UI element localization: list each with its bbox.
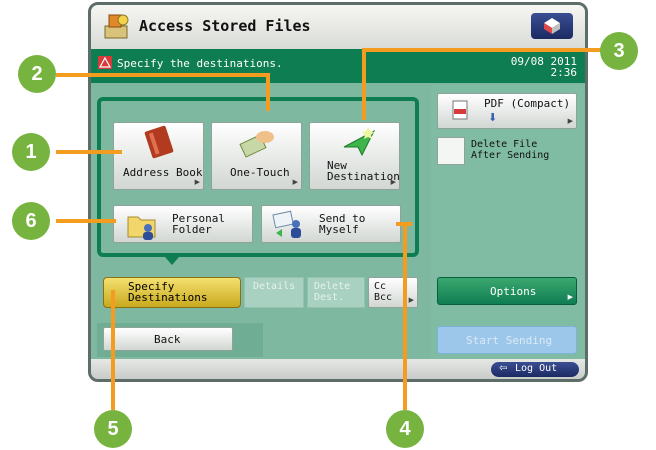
cc-bcc-label: Cc Bcc [374,281,393,303]
chevron-right-icon: ▶ [567,117,573,125]
log-out-label: Log Out [515,363,558,374]
callout-1: 1 [12,133,50,171]
chevron-right-icon: ▶ [292,178,298,186]
delete-dest-button[interactable]: Delete Dest. [307,277,365,308]
delete-dest-label: Delete Dest. [314,281,351,303]
address-book-button[interactable]: Address Book ▶ [113,122,204,190]
chevron-right-icon: ▶ [194,178,200,186]
one-touch-label: One-Touch [230,166,290,179]
chevron-right-icon: ▶ [408,296,414,304]
callout-3-line-vertical [362,48,366,120]
callout-2-line-vertical [266,73,270,111]
callout-6-line [56,219,116,223]
download-icon: ⬇ [488,111,498,124]
new-destination-button[interactable]: New Destination ▶ [309,122,400,190]
status-message: Specify the destinations. [117,57,283,70]
new-destination-label: New Destination [327,159,400,183]
panel-pointer [165,257,179,265]
start-sending-button[interactable]: Start Sending [437,326,577,354]
address-book-label: Address Book [123,166,203,179]
details-button[interactable]: Details [244,277,304,308]
device-screen: Access Stored Files Specify the destinat… [88,2,588,382]
callout-1-line [56,150,122,154]
details-label: Details [253,281,296,292]
cc-bcc-button[interactable]: Cc Bcc ▶ [368,277,418,308]
chevron-right-icon: ▶ [567,293,573,301]
callout-5-line [111,290,115,410]
callout-3: 3 [600,32,638,70]
pdf-file-icon [452,100,468,120]
callout-2: 2 [18,55,56,93]
page-title: Access Stored Files [139,17,311,35]
send-to-myself-icon [272,210,301,238]
back-label: Back [154,333,181,346]
message-bar: Specify the destinations. 09/08 2011 2:3… [91,49,585,83]
one-touch-icon [239,131,274,158]
time-text: 2:36 [550,66,578,79]
options-button[interactable]: Options ▶ [437,277,577,305]
callout-3-line [362,48,602,52]
stored-files-icon [104,14,129,39]
status-monitor-button[interactable] [531,13,573,39]
log-out-icon: ⇦ [499,363,508,374]
callout-6: 6 [12,202,50,240]
one-touch-button[interactable]: One-Touch ▶ [211,122,302,190]
callout-5: 5 [94,410,132,448]
chevron-right-icon: ▶ [390,178,396,186]
delete-file-label: Delete File After Sending [471,139,550,161]
personal-folder-button[interactable]: Personal Folder [113,205,253,243]
title-bar: Access Stored Files [91,5,585,49]
options-label: Options [490,285,537,298]
pdf-format-button[interactable]: PDF (Compact) ⬇ ▶ [437,93,577,129]
callout-2-line [56,73,270,77]
callout-4-line-vertical [403,222,407,410]
warning-icon [98,56,112,69]
specify-destinations-label: Specify Destinations [128,280,208,304]
device-status-icon [544,18,560,34]
pdf-format-label: PDF (Compact) [484,97,571,110]
log-out-button[interactable]: ⇦ Log Out [491,362,579,377]
callout-4: 4 [386,410,424,448]
back-button[interactable]: Back [103,327,233,351]
send-to-myself-button[interactable]: Send to Myself [261,205,401,243]
new-destination-icon [343,127,376,157]
address-book-icon [144,125,174,159]
delete-file-checkbox[interactable] [437,137,465,165]
specify-destinations-button[interactable]: Specify Destinations [103,277,241,308]
send-to-myself-label: Send to Myself [319,212,366,236]
personal-folder-icon [127,216,156,240]
date-time: 09/08 2011 2:36 [511,56,577,78]
personal-folder-label: Personal Folder [172,212,225,236]
start-sending-label: Start Sending [466,334,553,347]
